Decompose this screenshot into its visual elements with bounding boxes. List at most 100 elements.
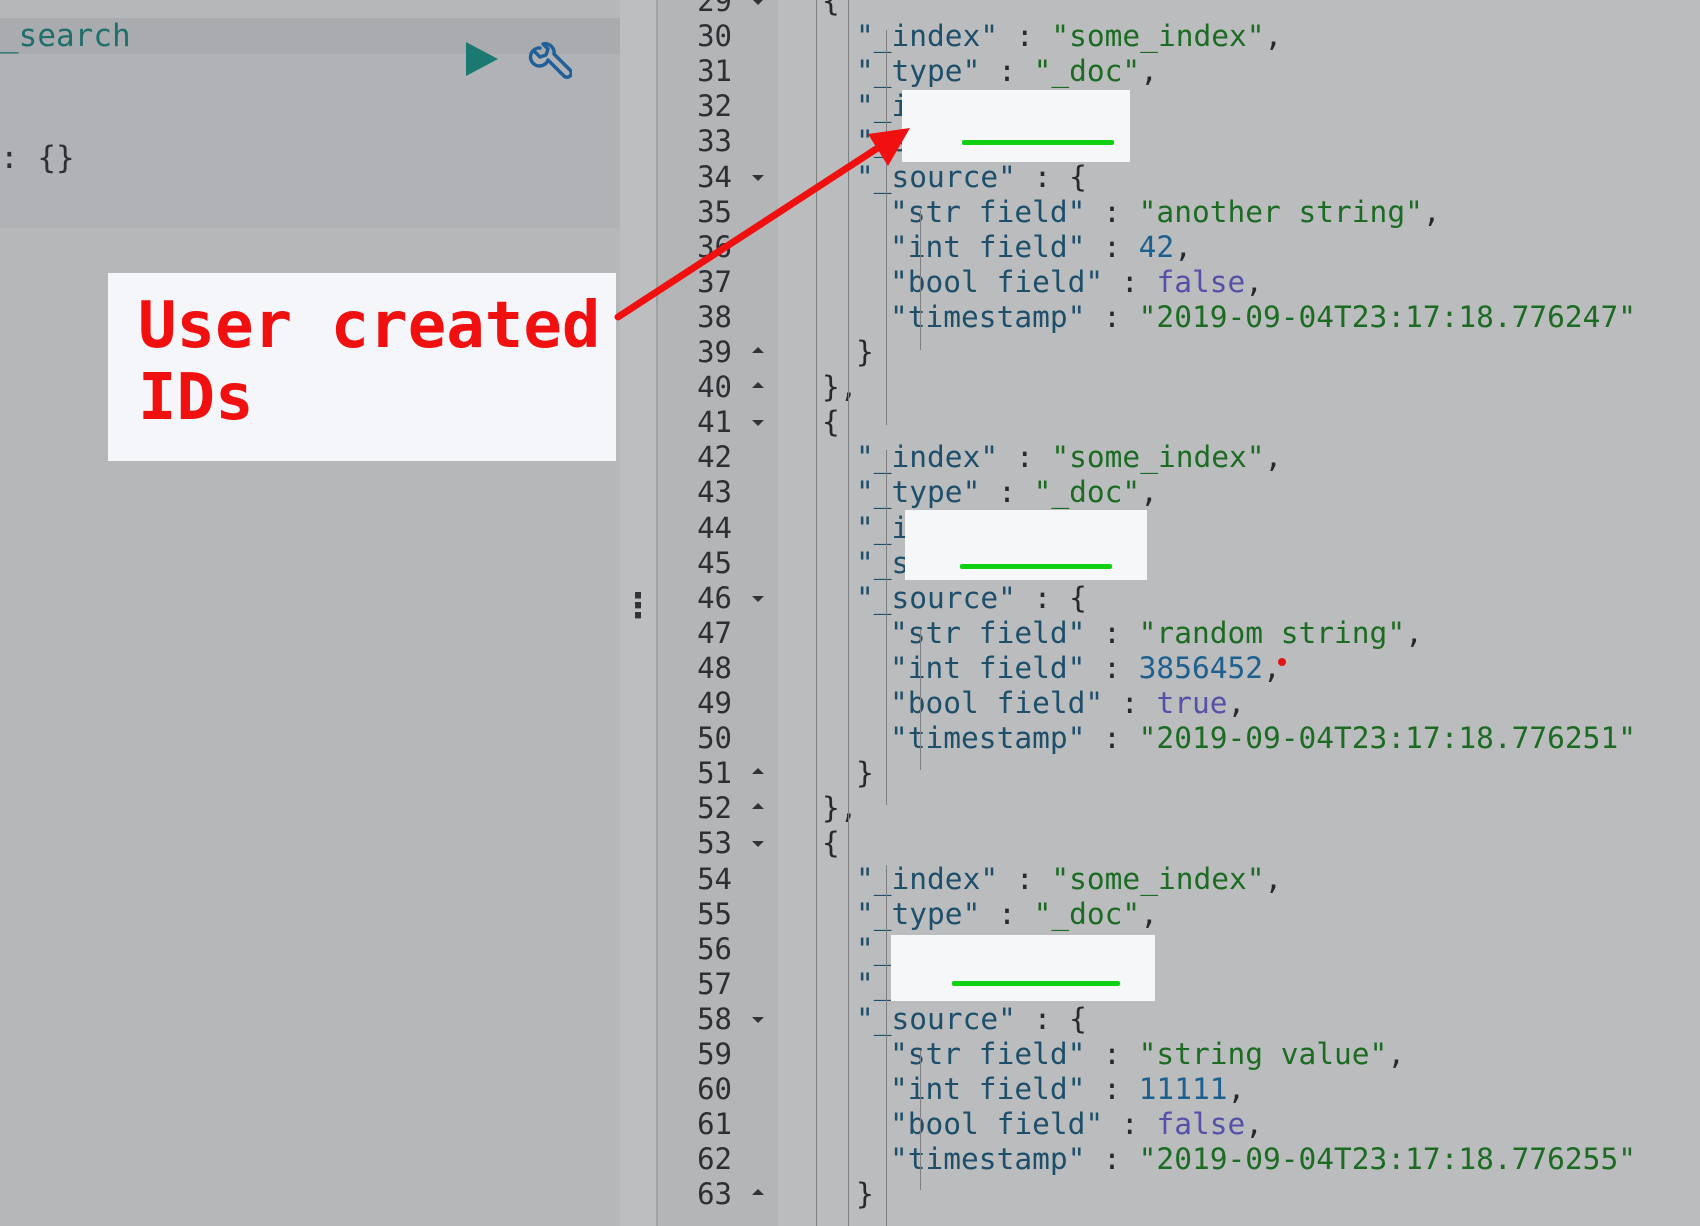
request-pane: _search : {} (0, 0, 620, 1226)
request-editor[interactable]: _search : {} (0, 18, 620, 228)
line-number: 60 (662, 1072, 732, 1107)
code-token: true (1156, 686, 1227, 720)
line-number: 56 (662, 932, 732, 967)
indent-guide (886, 450, 887, 805)
code-token: "bool field" (890, 686, 1103, 720)
indent-guide (816, 0, 817, 1226)
code-token: "_doc" (1034, 54, 1141, 88)
fold-collapse-icon[interactable] (752, 175, 764, 181)
settings-button[interactable] (526, 42, 572, 88)
fold-collapse-icon[interactable] (752, 1017, 764, 1023)
indent-guide (848, 0, 849, 1226)
id-underline-mark (952, 981, 1120, 986)
request-path[interactable]: _search (0, 18, 131, 54)
line-number: 30 (662, 19, 732, 54)
code-token: , (1263, 651, 1281, 685)
indent-guide (886, 30, 887, 425)
gutter-row: 35 (658, 195, 778, 230)
line-number: 50 (662, 721, 732, 756)
gutter-row: 59 (658, 1037, 778, 1072)
request-body[interactable]: : {} (0, 140, 75, 176)
code-token: : (1085, 651, 1138, 685)
code-token: "_index" (856, 440, 998, 474)
gutter-row: 62 (658, 1142, 778, 1177)
gutter-row: 37 (658, 265, 778, 300)
line-number: 38 (662, 300, 732, 335)
code-token: : (980, 475, 1033, 509)
wrench-icon (526, 42, 572, 88)
code-token: : (980, 897, 1033, 931)
gutter-row: 63 (658, 1177, 778, 1212)
line-number-gutter: 2930313233343536373839404142434445464748… (656, 0, 778, 1226)
code-token: : (998, 440, 1051, 474)
line-number: 29 (662, 0, 732, 19)
id-highlight-box (902, 90, 1130, 162)
gutter-row: 52 (658, 791, 778, 826)
code-token: 42 (1139, 230, 1175, 264)
code-line: "_source" : { (856, 1002, 1087, 1037)
fold-collapse-icon[interactable] (752, 0, 764, 5)
gutter-row: 54 (658, 862, 778, 897)
splitter-grip-icon[interactable]: ⋮ (620, 600, 656, 613)
code-token: , (1245, 1107, 1263, 1141)
line-number: 42 (662, 440, 732, 475)
fold-expand-icon[interactable] (752, 1189, 764, 1195)
code-line: "int field" : 3856452, (890, 651, 1281, 686)
gutter-row: 46 (658, 581, 778, 616)
code-token: : (1103, 265, 1156, 299)
code-token: , (1245, 265, 1263, 299)
code-token: "some_index" (1051, 440, 1264, 474)
code-line: "_type" : "_doc", (856, 897, 1158, 932)
line-number: 55 (662, 897, 732, 932)
code-line: }, (822, 370, 858, 405)
line-number: 47 (662, 616, 732, 651)
gutter-row: 49 (658, 686, 778, 721)
code-token: , (1387, 1037, 1405, 1071)
fold-expand-icon[interactable] (752, 347, 764, 353)
fold-collapse-icon[interactable] (752, 596, 764, 602)
gutter-row: 58 (658, 1002, 778, 1037)
line-number: 63 (662, 1177, 732, 1212)
line-number: 53 (662, 826, 732, 861)
gutter-row: 57 (658, 967, 778, 1002)
code-token: "string value" (1139, 1037, 1388, 1071)
pane-splitter[interactable]: ⋮ (620, 0, 656, 1226)
code-token: : (1103, 686, 1156, 720)
code-token: : { (1016, 1002, 1087, 1036)
fold-expand-icon[interactable] (752, 768, 764, 774)
fold-expand-icon[interactable] (752, 803, 764, 809)
code-line: "bool field" : false, (890, 1107, 1263, 1142)
run-button[interactable] (462, 38, 502, 80)
code-line: }, (822, 791, 858, 826)
line-number: 32 (662, 89, 732, 124)
line-number: 57 (662, 967, 732, 1002)
code-line: "str field" : "another string", (890, 195, 1441, 230)
line-number: 61 (662, 1107, 732, 1142)
code-line: { (822, 0, 840, 19)
code-token: } (856, 756, 874, 790)
code-token: : { (1016, 581, 1087, 615)
code-token: : (980, 54, 1033, 88)
line-number: 34 (662, 160, 732, 195)
gutter-row: 55 (658, 897, 778, 932)
cursor-dot (1278, 658, 1286, 666)
fold-collapse-icon[interactable] (752, 841, 764, 847)
fold-expand-icon[interactable] (752, 382, 764, 388)
id-underline-mark (962, 140, 1114, 145)
code-token: } (856, 335, 874, 369)
callout-text: User created (138, 290, 600, 362)
fold-collapse-icon[interactable] (752, 420, 764, 426)
line-number: 33 (662, 124, 732, 159)
gutter-row: 30 (658, 19, 778, 54)
code-token: , (1265, 440, 1283, 474)
gutter-row: 29 (658, 0, 778, 19)
code-token: , (1227, 1072, 1245, 1106)
code-token: , (1265, 862, 1283, 896)
play-icon (462, 38, 502, 80)
code-token: "_type" (856, 897, 980, 931)
code-token: , (1140, 897, 1158, 931)
indent-guide (920, 630, 921, 770)
code-token: "_index" (856, 862, 998, 896)
code-token: , (1174, 230, 1192, 264)
code-token: false (1156, 265, 1245, 299)
